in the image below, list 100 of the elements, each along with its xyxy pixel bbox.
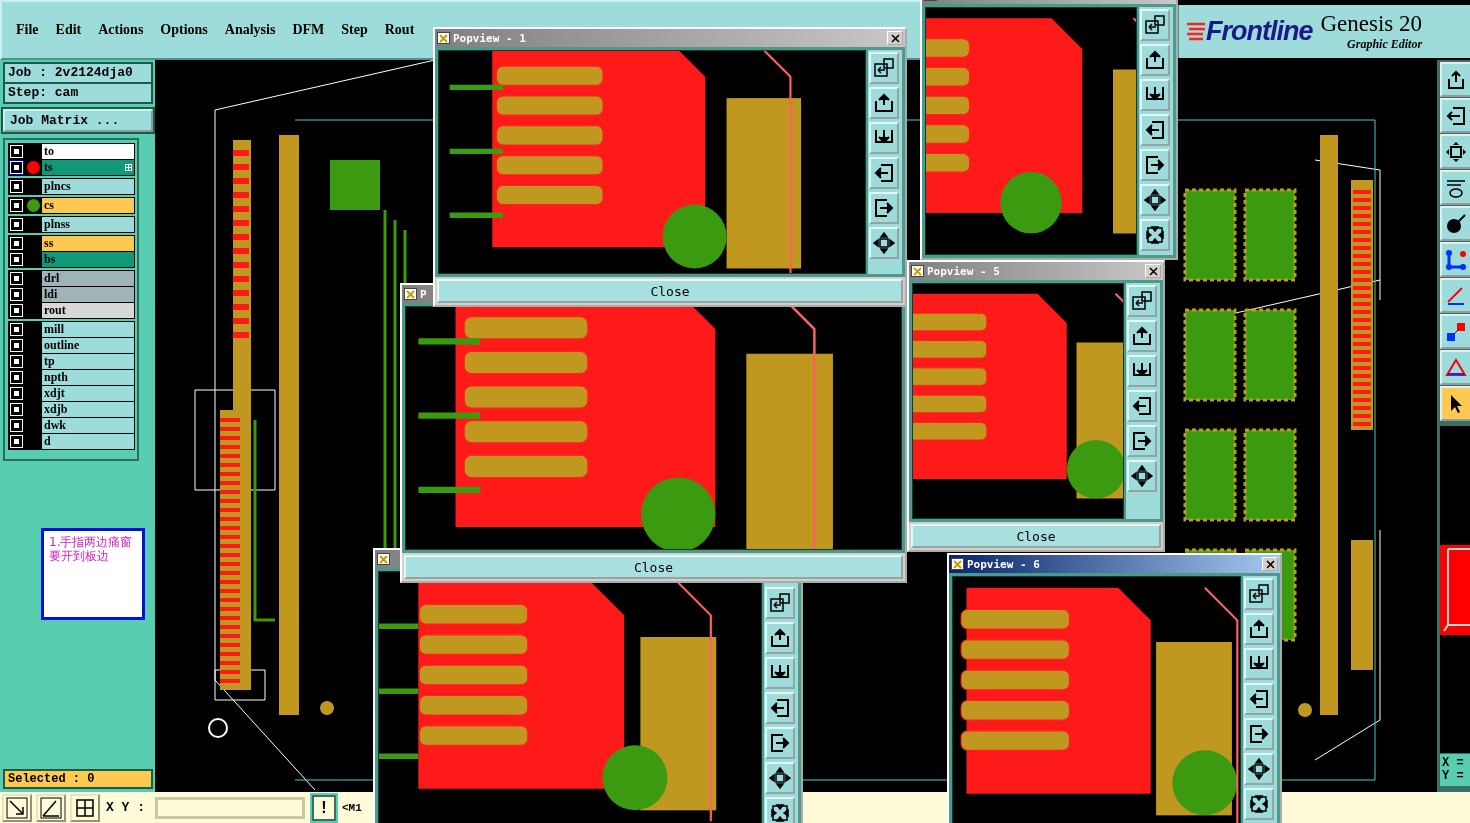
menu-item[interactable]: File xyxy=(16,22,39,38)
view-tool-button[interactable] xyxy=(765,657,795,689)
layer-name[interactable]: ss xyxy=(42,236,134,251)
view-tool-button[interactable] xyxy=(869,122,899,154)
zoom-out-icon xyxy=(1144,224,1166,246)
menu-item[interactable]: Actions xyxy=(98,22,144,38)
job-matrix-button[interactable]: Job Matrix ... xyxy=(3,109,153,132)
tool-button[interactable] xyxy=(1440,206,1470,241)
layer-name[interactable]: npth xyxy=(42,370,134,385)
view-tool-button[interactable] xyxy=(765,797,795,823)
tool-button[interactable] xyxy=(1440,170,1470,205)
view-tool-button[interactable] xyxy=(1140,149,1170,181)
speed-lines-icon xyxy=(1187,20,1205,43)
tool-button[interactable] xyxy=(1440,62,1470,97)
tray-right-icon xyxy=(1248,723,1270,745)
view-tool-button[interactable] xyxy=(1127,425,1157,457)
close-button[interactable]: Close xyxy=(404,555,903,579)
zoom-in-icon xyxy=(769,767,791,789)
layer-name[interactable]: cs xyxy=(42,198,134,213)
menu-item[interactable]: Step xyxy=(341,22,368,38)
view-tool-button[interactable] xyxy=(1127,355,1157,387)
coordinate-field[interactable] xyxy=(155,796,305,819)
tool-button[interactable] xyxy=(1440,98,1470,133)
layer-name[interactable]: rout xyxy=(42,303,134,318)
layer-name[interactable]: ts xyxy=(42,160,134,175)
window-icon xyxy=(911,265,924,277)
view-tool-button[interactable] xyxy=(765,622,795,654)
layer-name[interactable]: bs xyxy=(42,252,134,267)
view-tool-button[interactable] xyxy=(1244,753,1274,785)
view-tool-button[interactable] xyxy=(1244,648,1274,680)
menu-item[interactable]: Options xyxy=(160,22,208,38)
view-tool-button[interactable] xyxy=(1244,578,1274,610)
layer-name[interactable]: plncs xyxy=(42,179,134,194)
tray-up-icon xyxy=(769,627,791,649)
menu-item[interactable]: Rout xyxy=(384,22,415,38)
layer-name[interactable]: dwk xyxy=(42,418,134,433)
tool-button[interactable] xyxy=(1440,278,1470,313)
layer-name[interactable]: plnss xyxy=(42,217,134,232)
view-tool-button[interactable] xyxy=(1140,219,1170,251)
menu-item[interactable]: DFM xyxy=(292,22,325,38)
view-tool-button[interactable] xyxy=(765,692,795,724)
view-tool-button[interactable] xyxy=(1127,320,1157,352)
view-tool-button[interactable] xyxy=(1244,613,1274,645)
close-button[interactable] xyxy=(1262,557,1278,571)
view-tool-button[interactable] xyxy=(1244,788,1274,820)
tool-button[interactable] xyxy=(1440,314,1470,349)
view-tool-button[interactable] xyxy=(869,87,899,119)
view-tool-button[interactable] xyxy=(765,727,795,759)
tray-left-icon xyxy=(769,697,791,719)
view-tool-button[interactable] xyxy=(765,587,795,619)
brand-name: Frontline xyxy=(1206,16,1313,47)
layer-name[interactable]: tp xyxy=(42,354,134,369)
layer-name[interactable]: mill xyxy=(42,322,134,337)
zoom-button[interactable] xyxy=(2,793,32,822)
view-tool-button[interactable] xyxy=(869,192,899,224)
menu-item[interactable]: Edit xyxy=(55,22,82,38)
view-tool-button[interactable] xyxy=(1244,683,1274,715)
tool-button[interactable] xyxy=(1440,386,1470,421)
layer-name[interactable]: d xyxy=(42,434,134,449)
layer-name[interactable]: outline xyxy=(42,338,134,353)
view-tool-button[interactable] xyxy=(1140,184,1170,216)
close-button[interactable]: Close xyxy=(911,524,1161,548)
view-tool-button[interactable] xyxy=(869,227,899,259)
view-tool-button[interactable] xyxy=(765,762,795,794)
mounting-hole xyxy=(1298,703,1312,717)
step-name: Step: cam xyxy=(5,82,151,102)
tray-left-icon xyxy=(1144,119,1166,141)
product-name: Genesis 20 xyxy=(1320,11,1423,37)
tool-button[interactable] xyxy=(1440,350,1470,385)
close-icon xyxy=(1148,266,1158,276)
grid-button[interactable] xyxy=(70,793,100,822)
close-button[interactable]: Close xyxy=(437,279,903,303)
view-tool-button[interactable] xyxy=(1140,9,1170,41)
layer-name[interactable]: drl xyxy=(42,271,134,286)
view-tool-button[interactable] xyxy=(1140,114,1170,146)
view-tool-button[interactable] xyxy=(1127,390,1157,422)
measure-button[interactable] xyxy=(36,793,66,822)
move-squares-icon xyxy=(1445,320,1467,343)
window-arrow-icon xyxy=(769,592,791,614)
close-button[interactable] xyxy=(887,31,903,45)
menu-item[interactable]: Analysis xyxy=(224,22,276,38)
window-title: Popview - 5 xyxy=(927,264,1000,278)
tray-left-icon xyxy=(873,162,895,184)
view-tool-button[interactable] xyxy=(1140,79,1170,111)
tray-left-icon xyxy=(1445,104,1467,127)
view-tool-button[interactable] xyxy=(869,157,899,189)
alert-button[interactable]: ! xyxy=(312,794,336,821)
view-tool-button[interactable] xyxy=(1127,460,1157,492)
view-tool-button[interactable] xyxy=(1127,285,1157,317)
layer-name[interactable]: to xyxy=(42,144,134,159)
view-tool-button[interactable] xyxy=(1244,718,1274,750)
view-tool-button[interactable] xyxy=(869,52,899,84)
close-button[interactable] xyxy=(1145,264,1161,278)
tool-button[interactable] xyxy=(1440,242,1470,277)
window-icon xyxy=(377,553,390,565)
layer-name[interactable]: xdjb xyxy=(42,402,134,417)
layer-name[interactable]: xdjt xyxy=(42,386,134,401)
layer-name[interactable]: ldi xyxy=(42,287,134,302)
tool-button[interactable] xyxy=(1440,134,1470,169)
view-tool-button[interactable] xyxy=(1140,44,1170,76)
